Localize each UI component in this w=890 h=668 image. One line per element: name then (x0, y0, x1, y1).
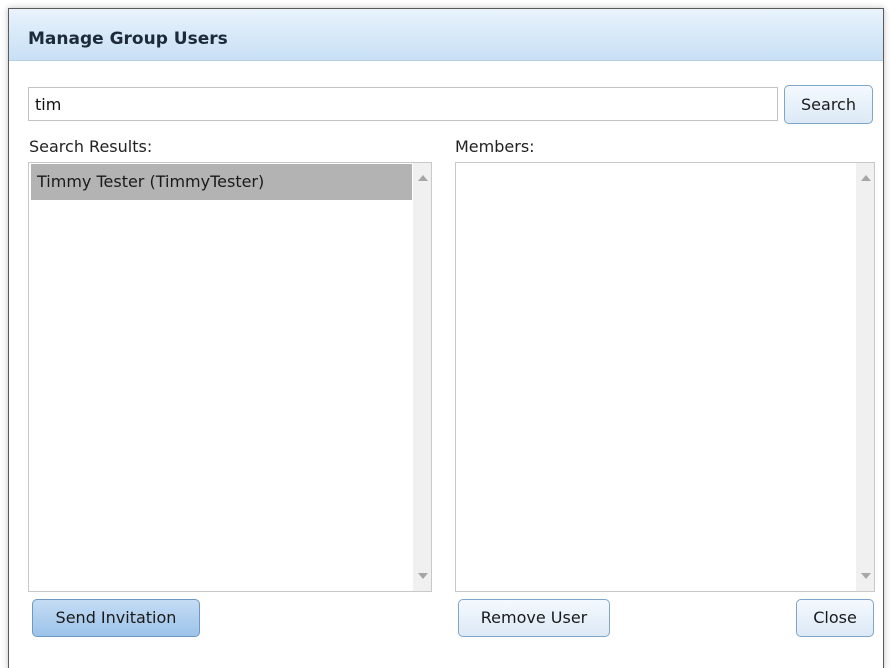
members-scrollbar[interactable] (856, 163, 874, 591)
dialog-title: Manage Group Users (28, 29, 228, 49)
search-button[interactable]: Search (784, 85, 873, 124)
search-input[interactable] (28, 87, 778, 121)
search-results-scrollbar[interactable] (413, 163, 431, 591)
members-items (456, 163, 857, 591)
scroll-up-arrow-icon[interactable] (414, 170, 431, 187)
scroll-up-arrow-icon[interactable] (857, 170, 874, 187)
search-results-label: Search Results: (29, 137, 153, 156)
send-invitation-button[interactable]: Send Invitation (32, 599, 200, 637)
search-results-listbox[interactable]: Timmy Tester (TimmyTester) (28, 162, 432, 592)
search-results-items: Timmy Tester (TimmyTester) (29, 163, 414, 591)
scroll-down-arrow-icon[interactable] (857, 567, 874, 584)
list-item[interactable]: Timmy Tester (TimmyTester) (31, 164, 412, 200)
members-listbox[interactable] (455, 162, 875, 592)
manage-group-users-dialog: Manage Group Users Search Search Results… (8, 8, 884, 668)
members-label: Members: (455, 137, 535, 156)
dialog-titlebar[interactable]: Manage Group Users (9, 9, 883, 61)
remove-user-button[interactable]: Remove User (458, 599, 610, 637)
page: Manage Group Users Search Search Results… (0, 0, 890, 668)
scroll-down-arrow-icon[interactable] (414, 567, 431, 584)
close-button[interactable]: Close (796, 599, 874, 637)
